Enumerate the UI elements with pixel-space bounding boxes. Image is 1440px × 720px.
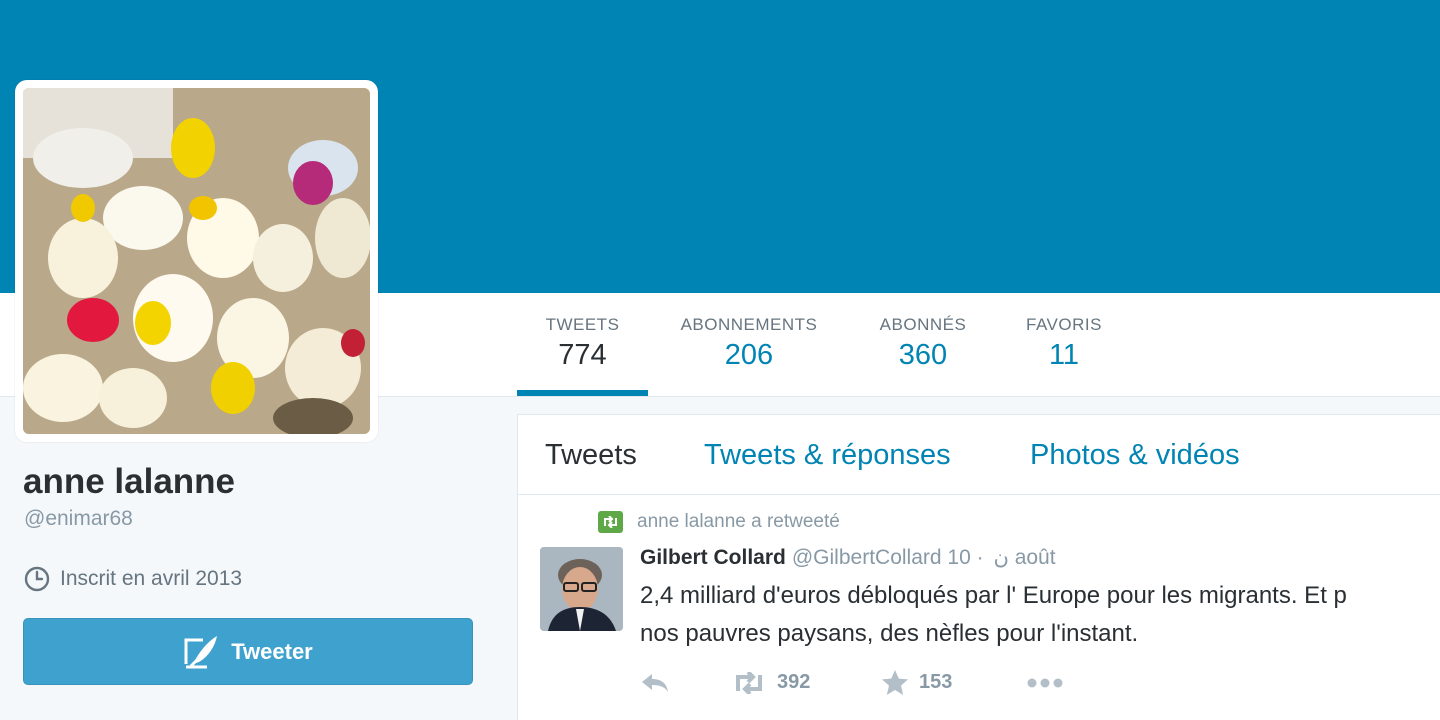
stat-followers[interactable]: ABONNÉS 360 [866,315,980,373]
timeline: Tweets Tweets & réponses Photos & vidéos… [517,414,1440,720]
retweet-context-text[interactable]: anne lalanne a retweeté [637,511,840,533]
stat-value: 774 [558,339,607,371]
tab-tweets-replies[interactable]: Tweets & réponses [704,439,951,472]
retweet-context: anne lalanne a retweeté [598,511,840,533]
stat-label: ABONNEMENTS [680,315,818,334]
retweet-icon [736,671,762,694]
more-icon [1027,678,1063,687]
author-photo [540,547,623,631]
tweet-button[interactable]: Tweeter [23,618,473,685]
tab-photos-videos[interactable]: Photos & vidéos [1030,439,1240,472]
tweet-author-handle[interactable]: @GilbertCollard [792,546,942,569]
retweet-count: 392 [777,671,811,693]
join-date-text: Inscrit en avril 2013 [60,567,243,590]
join-date: Inscrit en avril 2013 [24,566,242,592]
tweet-header: Gilbert Collard @GilbertCollard ن · 10 ao… [640,545,1056,570]
stat-label: TWEETS [545,315,620,334]
avatar-photo [23,88,370,434]
tweet-author-avatar[interactable] [540,547,623,631]
tweet-text: 2,4 milliard d'euros débloqués par l' Eu… [640,577,1440,653]
favorite-button[interactable]: 153 [881,669,1027,696]
tab-tweets[interactable]: Tweets [545,439,637,472]
stat-value: 11 [1048,339,1080,371]
clock-icon [24,566,50,592]
reply-icon [642,673,668,692]
tweet-text-line: 2,4 milliard d'euros débloqués par l' Eu… [640,582,1347,609]
quill-icon [184,635,218,668]
stat-tweets[interactable]: TWEETS 774 [526,315,639,373]
profile-handle[interactable]: @enimar68 [24,507,133,531]
tweet-button-label: Tweeter [231,638,313,664]
flowers-photo [23,88,370,434]
rtl-mark: ن [993,546,1009,569]
tweet-text-line: nos pauvres paysans, des nèfles pour l'i… [640,620,1139,647]
profile-avatar[interactable] [15,80,378,442]
stat-favorites[interactable]: FAVORIS 11 [1012,315,1116,373]
reply-button[interactable] [640,672,731,694]
stat-label: ABONNÉS [879,315,967,334]
timeline-tabs: Tweets Tweets & réponses Photos & vidéos [518,415,1440,495]
stat-label: FAVORIS [1026,315,1102,334]
stat-following[interactable]: ABONNEMENTS 206 [668,315,830,373]
more-button[interactable] [1027,678,1063,688]
stat-value: 360 [898,339,948,371]
stat-value: 206 [724,339,774,371]
tweet-author-name[interactable]: Gilbert Collard [640,546,786,569]
tweet-actions: 392 153 [640,669,1063,696]
active-stat-indicator [517,390,648,396]
profile-name[interactable]: anne lalanne [23,462,235,502]
favorite-count: 153 [919,671,953,693]
star-icon [882,670,908,695]
retweet-badge-icon [598,511,623,533]
retweet-button[interactable]: 392 [731,671,881,694]
